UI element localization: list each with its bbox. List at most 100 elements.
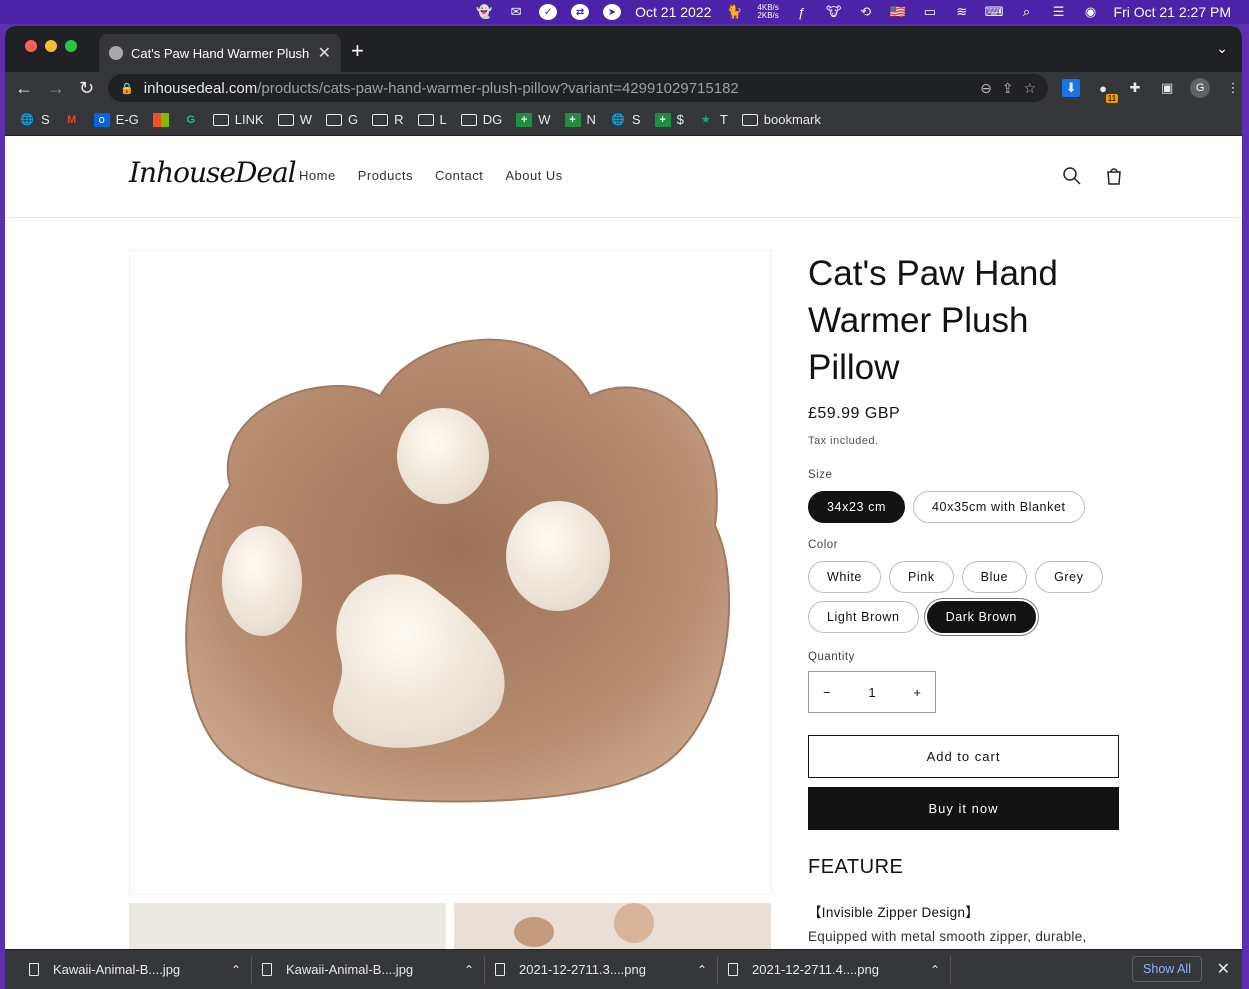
color-option-dark-brown[interactable]: Dark Brown	[926, 601, 1036, 633]
tax-note: Tax included.	[808, 435, 879, 447]
buy-it-now-button[interactable]: Buy it now	[808, 787, 1119, 830]
size-label: Size	[808, 469, 833, 481]
ghost-app-icon[interactable]: 👻	[475, 3, 493, 21]
bookmark-item[interactable]: + W	[516, 112, 551, 127]
address-bar[interactable]: 🔒 inhousedeal.com/products/cats-paw-hand…	[108, 74, 1049, 102]
navigation-icon[interactable]: ➤	[603, 4, 622, 20]
download-item[interactable]: 2021-12-2711.4....png ⌃	[718, 955, 951, 984]
bookmark-label: W	[299, 112, 312, 127]
extensions-puzzle-icon[interactable]: ✚	[1126, 79, 1144, 97]
add-to-cart-button[interactable]: Add to cart	[808, 735, 1119, 778]
back-button[interactable]: ←	[15, 78, 33, 99]
time-machine-icon[interactable]: ⟲	[857, 3, 875, 21]
script-app-icon[interactable]: ƒ	[793, 3, 811, 21]
size-option-34x23[interactable]: 34x23 cm	[808, 491, 905, 523]
spotlight-search-icon[interactable]: ⌕	[1018, 3, 1036, 21]
increase-quantity-button[interactable]: +	[913, 685, 921, 700]
us-flag-icon[interactable]: 🇺🇸	[889, 3, 907, 21]
cat-app-icon[interactable]: 🐈	[725, 3, 743, 21]
bookmark-folder[interactable]: LINK	[212, 112, 264, 127]
color-option-grey[interactable]: Grey	[1035, 561, 1103, 593]
chevron-up-icon[interactable]: ⌃	[697, 963, 707, 977]
color-option-blue[interactable]: Blue	[961, 561, 1028, 593]
network-speed-widget[interactable]: 4KB/s 2KB/s	[757, 3, 778, 21]
keyboard-icon[interactable]: ⌨	[985, 3, 1004, 21]
reload-button[interactable]: ↻	[79, 78, 94, 99]
extension-with-badge-icon[interactable]: ● 11	[1094, 79, 1119, 103]
zoom-icon[interactable]: ⊖	[980, 80, 992, 97]
bookmark-folder[interactable]: L	[417, 112, 447, 127]
menubar-clock[interactable]: Fri Oct 21 2:27 PM	[1114, 3, 1231, 21]
color-option-pink[interactable]: Pink	[888, 561, 954, 593]
browser-menu-icon[interactable]: ⋮	[1224, 79, 1242, 97]
menubar-date-widget[interactable]: Oct 21 2022	[635, 3, 711, 21]
quantity-input[interactable]: 1	[868, 685, 875, 700]
download-item[interactable]: Kawaii-Animal-B....jpg ⌃	[19, 955, 252, 984]
extensions-area: ⬇ ● 11 ✚ ▣ G ⋮	[1062, 78, 1242, 103]
lock-icon[interactable]: 🔒	[120, 82, 134, 95]
control-center-icon[interactable]: ☰	[1050, 3, 1068, 21]
bookmark-item[interactable]	[152, 112, 169, 127]
nav-contact[interactable]: Contact	[435, 168, 483, 183]
color-option-light-brown[interactable]: Light Brown	[808, 601, 919, 633]
bookmark-item[interactable]: + $	[654, 112, 684, 127]
search-icon[interactable]	[1062, 166, 1082, 191]
product-main-image[interactable]	[129, 250, 772, 895]
tab-active[interactable]: Cat's Paw Hand Warmer Plush Pillow ✕	[99, 34, 341, 72]
siri-icon[interactable]: ◉	[1082, 3, 1100, 21]
chevron-up-icon[interactable]: ⌃	[930, 963, 940, 977]
side-panel-icon[interactable]: ▣	[1158, 79, 1176, 97]
chevron-up-icon[interactable]: ⌃	[231, 963, 241, 977]
bookmark-folder[interactable]: W	[277, 112, 312, 127]
thumbnail-1[interactable]	[129, 903, 446, 949]
tab-search-chevron-icon[interactable]: ⌄	[1216, 40, 1228, 57]
teamviewer-icon[interactable]: ⇄	[571, 4, 590, 20]
color-option-white[interactable]: White	[808, 561, 881, 593]
bookmark-item[interactable]: M	[64, 113, 80, 127]
thumbnail-2[interactable]	[454, 903, 771, 949]
bookmark-item[interactable]: G	[183, 113, 199, 127]
bookmark-folder[interactable]: bookmark	[741, 112, 821, 127]
bookmark-item[interactable]: ★ T	[698, 112, 728, 127]
minimize-window-button[interactable]	[45, 40, 57, 52]
show-all-downloads-button[interactable]: Show All	[1132, 956, 1202, 982]
close-tab-icon[interactable]: ✕	[318, 43, 331, 63]
tasks-check-icon[interactable]: ✓	[539, 4, 558, 20]
profile-avatar[interactable]: G	[1190, 78, 1211, 98]
chevron-up-icon[interactable]: ⌃	[464, 963, 474, 977]
cart-icon[interactable]	[1104, 166, 1124, 191]
download-item[interactable]: 2021-12-2711.3....png ⌃	[485, 955, 718, 984]
size-option-40x35-blanket[interactable]: 40x35cm with Blanket	[913, 491, 1085, 523]
close-downloads-bar-icon[interactable]: ✕	[1217, 959, 1230, 979]
nav-products[interactable]: Products	[358, 168, 413, 183]
bookmark-item[interactable]: o E-G	[93, 112, 139, 127]
bookmark-folder[interactable]: G	[325, 112, 358, 127]
wechat-icon[interactable]: ✉	[507, 3, 525, 21]
battery-icon[interactable]: ▭	[921, 3, 939, 21]
nav-home[interactable]: Home	[299, 168, 336, 183]
wifi-icon[interactable]: ≋	[953, 3, 971, 21]
folder-icon	[741, 113, 758, 126]
forward-button[interactable]: →	[47, 78, 65, 99]
decrease-quantity-button[interactable]: −	[823, 685, 831, 700]
bookmark-label: L	[439, 112, 447, 127]
bookmark-star-icon[interactable]: ☆	[1024, 80, 1037, 97]
cow-app-icon[interactable]: 🐮	[825, 3, 843, 21]
site-logo[interactable]: InhouseDeal	[129, 156, 297, 189]
bookmark-label: R	[394, 112, 404, 127]
bookmark-folder[interactable]: R	[372, 112, 404, 127]
download-extension-icon[interactable]: ⬇	[1062, 79, 1081, 97]
bookmark-item[interactable]: 🌐 S	[19, 112, 50, 127]
bookmark-folder[interactable]: DG	[460, 112, 502, 127]
folder-icon	[212, 113, 229, 126]
share-icon[interactable]: ⇪	[1002, 80, 1014, 97]
download-item[interactable]: Kawaii-Animal-B....jpg ⌃	[252, 955, 485, 984]
quantity-stepper: − 1 +	[808, 671, 936, 713]
nav-about-us[interactable]: About Us	[505, 168, 562, 183]
close-window-button[interactable]	[25, 40, 37, 52]
bookmark-item[interactable]: 🌐 S	[610, 112, 641, 127]
new-tab-button[interactable]: +	[351, 38, 364, 64]
zoom-window-button[interactable]	[65, 40, 77, 52]
bookmark-item[interactable]: + N	[564, 112, 596, 127]
url-text[interactable]: inhousedeal.com/products/cats-paw-hand-w…	[144, 80, 970, 97]
